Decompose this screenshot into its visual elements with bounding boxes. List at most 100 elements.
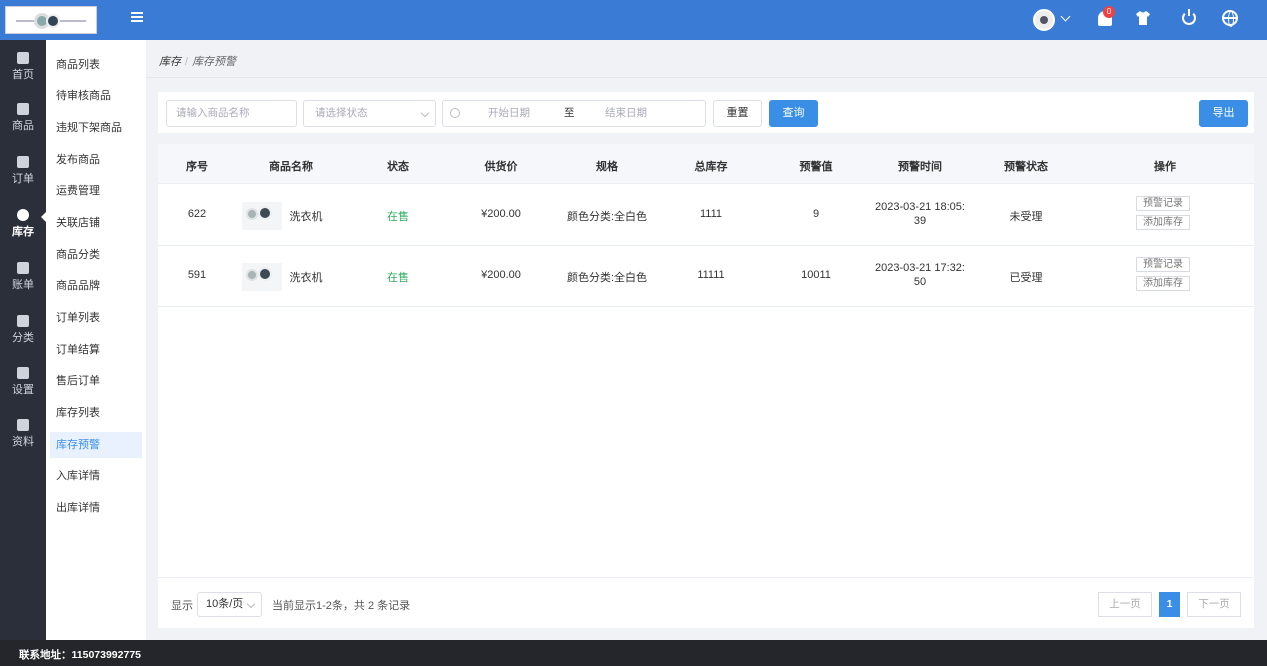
cell-alert-status: 已受理 xyxy=(1009,272,1043,284)
sub-item[interactable]: 待审核商品 xyxy=(50,83,142,109)
prev-page-button[interactable]: 上一页 xyxy=(1098,592,1152,617)
add-stock-button[interactable]: 添加库存 xyxy=(1136,215,1190,230)
sub-item[interactable]: 售后订单 xyxy=(50,368,142,394)
alert-record-button[interactable]: 预警记录 xyxy=(1136,196,1190,211)
table-header: 序号 商品名称 状态 供货价 规格 总库存 预警值 预警时间 预警状态 操作 xyxy=(158,144,1254,184)
rail-item-settings[interactable]: 设置 xyxy=(0,361,46,407)
rail-item-inventory[interactable]: 库存 xyxy=(0,203,46,249)
breadcrumb-parent[interactable]: 库存 xyxy=(159,56,181,68)
logo[interactable] xyxy=(5,6,97,34)
page-size-label: 显示 xyxy=(171,600,193,612)
query-button[interactable]: 查询 xyxy=(769,100,818,127)
cell-alert-time: 2023-03-21 18:05: xyxy=(875,201,965,213)
table-row: 591 洗衣机 在售 ¥200.00 颜色分类:全白色 11111 10011 … xyxy=(158,246,1254,307)
col-header: 商品名称 xyxy=(269,161,313,173)
filter-bar: 请输入商品名称 请选择状态 开始日期 至 结束日期 重置 查询 导出 xyxy=(158,92,1254,133)
sub-item[interactable]: 订单列表 xyxy=(50,305,142,331)
next-page-button[interactable]: 下一页 xyxy=(1187,592,1241,617)
menu-icon[interactable] xyxy=(131,12,143,23)
sub-item[interactable]: 商品品牌 xyxy=(50,273,142,299)
cell-id: 622 xyxy=(187,208,207,220)
rail-item-home[interactable]: 首页 xyxy=(0,46,46,92)
rail-label: 库存 xyxy=(12,226,34,238)
inventory-icon xyxy=(17,209,29,221)
start-date-input[interactable]: 开始日期 xyxy=(488,101,530,126)
clock-icon xyxy=(450,108,460,118)
export-button[interactable]: 导出 xyxy=(1199,100,1248,127)
table-panel: 序号 商品名称 状态 供货价 规格 总库存 预警值 预警时间 预警状态 操作 6… xyxy=(158,144,1254,628)
power-icon[interactable] xyxy=(1182,9,1196,25)
cell-spec: 颜色分类:全白色 xyxy=(566,211,648,223)
settings-icon xyxy=(17,367,29,379)
col-header: 预警状态 xyxy=(1004,161,1048,173)
sub-item[interactable]: 入库详情 xyxy=(50,463,142,489)
product-thumbnail[interactable] xyxy=(242,263,282,291)
rail-item-profile[interactable]: 资料 xyxy=(0,413,46,459)
sub-item-active[interactable]: 库存预警 xyxy=(50,432,142,458)
sub-item[interactable]: 商品列表 xyxy=(50,52,142,78)
rail-label: 商品 xyxy=(12,120,34,132)
reset-button[interactable]: 重置 xyxy=(713,100,762,127)
page-size-value: 10条/页 xyxy=(206,598,244,610)
user-avatar[interactable] xyxy=(1033,9,1055,31)
rail-item-bills[interactable]: 账单 xyxy=(0,256,46,302)
date-range-separator: 至 xyxy=(564,107,575,119)
sub-item[interactable]: 商品分类 xyxy=(50,242,142,268)
sub-item[interactable]: 关联店铺 xyxy=(50,210,142,236)
top-bar: 0 xyxy=(0,0,1267,40)
cell-alert-time: 2023-03-21 17:32: xyxy=(875,262,965,274)
end-date-input[interactable]: 结束日期 xyxy=(605,101,647,126)
breadcrumb: 库存 / 库存预警 xyxy=(159,53,236,69)
shirt-icon[interactable] xyxy=(1135,10,1151,26)
cell-alert-time-cont: 39 xyxy=(913,215,927,227)
sub-item[interactable]: 运费管理 xyxy=(50,178,142,204)
rail-label: 账单 xyxy=(12,279,34,291)
sub-item[interactable]: 出库详情 xyxy=(50,495,142,521)
sub-item[interactable]: 违规下架商品 xyxy=(50,115,142,141)
breadcrumb-separator: / xyxy=(185,56,189,68)
cell-id: 591 xyxy=(187,269,207,281)
sub-item[interactable]: 库存列表 xyxy=(50,400,142,426)
date-range-picker[interactable]: 开始日期 至 结束日期 xyxy=(442,100,706,127)
sub-menu: 商品列表 待审核商品 违规下架商品 发布商品 运费管理 关联店铺 商品分类 商品… xyxy=(46,40,146,640)
rail-label: 订单 xyxy=(12,173,34,185)
page-size-select[interactable]: 10条/页 xyxy=(197,592,262,617)
rail-label: 分类 xyxy=(12,332,34,344)
col-header: 序号 xyxy=(186,161,208,173)
rail-label: 资料 xyxy=(12,436,34,448)
rail-item-category[interactable]: 分类 xyxy=(0,309,46,355)
status-select[interactable]: 请选择状态 xyxy=(303,100,436,127)
col-header: 状态 xyxy=(387,161,409,173)
add-stock-button[interactable]: 添加库存 xyxy=(1136,276,1190,291)
breadcrumb-bar: 库存 / 库存预警 xyxy=(146,40,1267,78)
product-name-input[interactable]: 请输入商品名称 xyxy=(166,100,297,127)
pager-divider xyxy=(158,577,1254,578)
sub-item[interactable]: 订单结算 xyxy=(50,337,142,363)
cell-threshold: 9 xyxy=(812,208,820,220)
status-select-placeholder: 请选择状态 xyxy=(315,107,368,119)
record-summary: 当前显示1-2条，共 2 条记录 xyxy=(272,600,411,612)
globe-icon[interactable] xyxy=(1222,10,1238,27)
chevron-down-icon xyxy=(246,599,256,609)
cell-threshold: 10011 xyxy=(801,269,831,281)
product-thumbnail[interactable] xyxy=(242,202,282,230)
cell-price: ¥200.00 xyxy=(481,269,521,281)
sub-item[interactable]: 发布商品 xyxy=(50,147,142,173)
cell-stock: 1111 xyxy=(699,208,723,220)
rail-item-goods[interactable]: 商品 xyxy=(0,97,46,143)
col-header: 总库存 xyxy=(694,161,728,173)
cell-product-name[interactable]: 洗衣机 xyxy=(286,208,326,224)
rail-item-orders[interactable]: 订单 xyxy=(0,150,46,196)
cell-price: ¥200.00 xyxy=(481,208,521,220)
cell-status: 在售 xyxy=(387,272,409,284)
page-1-button[interactable]: 1 xyxy=(1159,592,1180,617)
chevron-down-icon[interactable] xyxy=(1060,11,1071,22)
footer-bar: 联系地址：115073992775 xyxy=(0,640,1267,666)
notification-badge: 0 xyxy=(1103,6,1115,18)
table-row: 622 洗衣机 在售 ¥200.00 颜色分类:全白色 1111 9 2023-… xyxy=(158,185,1254,246)
alert-record-button[interactable]: 预警记录 xyxy=(1136,257,1190,272)
rail-label: 设置 xyxy=(12,384,34,396)
cell-product-name[interactable]: 洗衣机 xyxy=(286,269,326,285)
main-nav-rail: 首页 商品 订单 库存 账单 分类 设置 资料 xyxy=(0,40,46,640)
profile-icon xyxy=(17,419,29,431)
